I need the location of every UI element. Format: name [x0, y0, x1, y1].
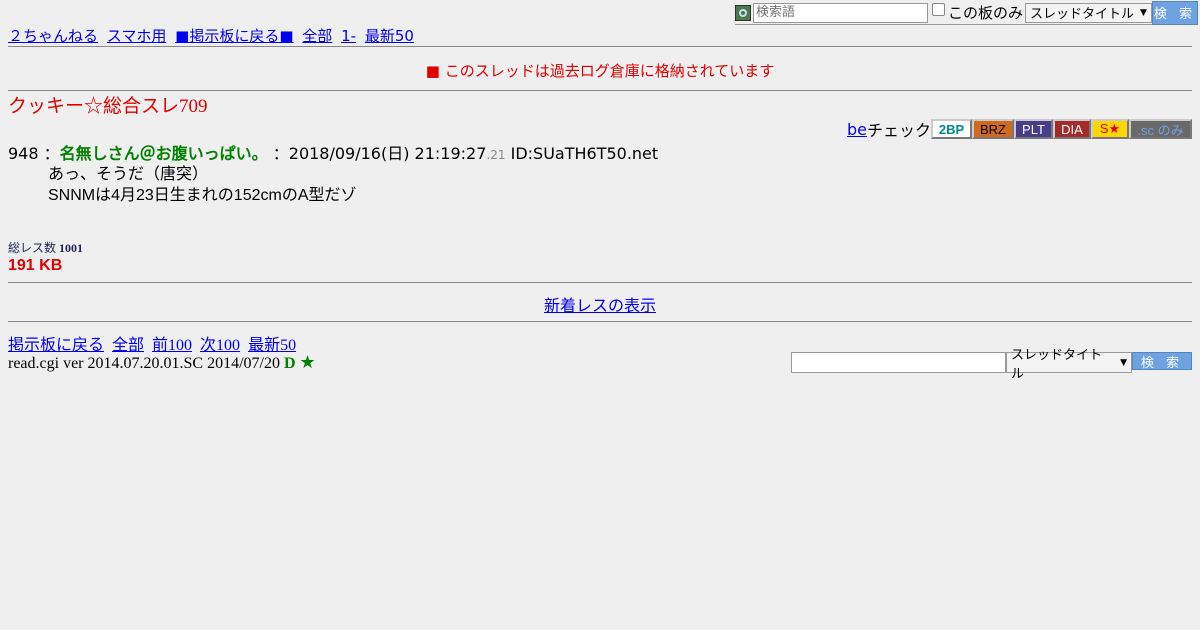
mobile-link[interactable]: スマホ用 [107, 27, 167, 45]
be-link[interactable]: be [847, 120, 867, 139]
post-ms: .21 [486, 148, 506, 162]
chevron-down-icon: ▼ [1120, 357, 1127, 368]
post-header: 948 ：名無しさん＠お腹いっぱい。 ：2018/09/16(日) 21:19:… [8, 140, 658, 164]
be-tag[interactable]: 2BP [931, 119, 972, 139]
site-link[interactable]: ２ちゃんねる [8, 27, 98, 45]
nav-top: ２ちゃんねる スマホ用 ■掲示板に戻る■ 全部 1- 最新50 [8, 25, 418, 46]
post-number: 948 [8, 144, 39, 163]
board-only-checkbox[interactable] [931, 3, 945, 16]
top-search-bar: この板のみ スレッドタイトル ▼ 検 索 [734, 0, 1198, 25]
be-tag[interactable]: BRZ [972, 119, 1014, 139]
version-d: D [283, 355, 296, 372]
version-info: read.cgi ver 2014.07.20.01.SC 2014/07/20… [8, 352, 316, 373]
post-line: あっ、そうだ（唐突） [48, 166, 209, 183]
chevron-down-icon: ▼ [1140, 7, 1147, 18]
search-input[interactable] [752, 2, 928, 23]
divider [8, 282, 1192, 283]
board-only-label: この板のみ [947, 4, 1023, 22]
divider [8, 46, 1192, 47]
post-body: あっ、そうだ（唐突） SNNMは4月23日生まれの152cmのA型だゾ [48, 164, 658, 206]
archived-notice: ■ このスレッドは過去ログ倉庫に格納されています [425, 62, 775, 80]
latest50-link[interactable]: 最新50 [365, 27, 414, 45]
all-posts-link[interactable]: 全部 [302, 27, 332, 45]
search-type-select[interactable]: スレッドタイトル ▼ [1025, 2, 1152, 23]
search-button[interactable]: 検 索 [1152, 0, 1198, 25]
be-tags: 2BP BRZ PLT DIA S★ .sc のみ [931, 119, 1192, 139]
post-author: 名無しさん＠お腹いっぱい。 [59, 144, 268, 163]
new-res-link[interactable]: 新着レスの表示 [544, 296, 656, 315]
post-line: SNNMは4月23日生まれの152cmのA型だゾ [48, 187, 357, 204]
post-date: ：2018/09/16(日) 21:19:27 [272, 144, 487, 163]
bottom-search-button[interactable]: 検 索 [1132, 352, 1192, 371]
be-tag[interactable]: .sc のみ [1129, 119, 1192, 139]
post: 948 ：名無しさん＠お腹いっぱい。 ：2018/09/16(日) 21:19:… [8, 140, 658, 206]
be-check-bar: be チェック 2BP BRZ PLT DIA S★ .sc のみ [847, 117, 1192, 141]
be-tag[interactable]: S★ [1091, 119, 1129, 139]
be-tag[interactable]: PLT [1014, 119, 1053, 139]
post-count: 総レス数 1001 [8, 239, 83, 256]
bottom-search-type-select[interactable]: スレッドタイトル ▼ [1006, 348, 1132, 382]
star-icon: ★ [299, 352, 316, 372]
bottom-search-input[interactable] [791, 352, 1006, 373]
post-count-label: 総レス数 [8, 241, 57, 255]
bottom-search-bar: スレッドタイトル ▼ 検 索 [791, 348, 1192, 382]
bottom-search-type-value: スレッドタイトル [1011, 347, 1103, 382]
thread-stats: 総レス数 1001 191 KB [8, 239, 83, 275]
divider [8, 321, 1192, 322]
version-text: read.cgi ver 2014.07.20.01.SC 2014/07/20 [8, 355, 280, 372]
from-first-link[interactable]: 1- [341, 27, 356, 45]
new-res-area: 新着レスの表示 [0, 292, 1200, 316]
post-separator: ： [43, 144, 60, 163]
thread-title: クッキー☆総合スレ709 [8, 96, 208, 117]
check-label: チェック [866, 121, 931, 140]
post-count-value: 1001 [59, 241, 84, 255]
post-id: ID:SUaTH6T50.net [510, 144, 659, 163]
thread-size: 191 KB [8, 257, 63, 274]
search-type-value: スレッドタイトル [1030, 7, 1135, 22]
search-logo-icon [734, 4, 751, 21]
be-tag[interactable]: DIA [1053, 119, 1091, 139]
back-to-board-link[interactable]: ■掲示板に戻る■ [175, 27, 293, 45]
